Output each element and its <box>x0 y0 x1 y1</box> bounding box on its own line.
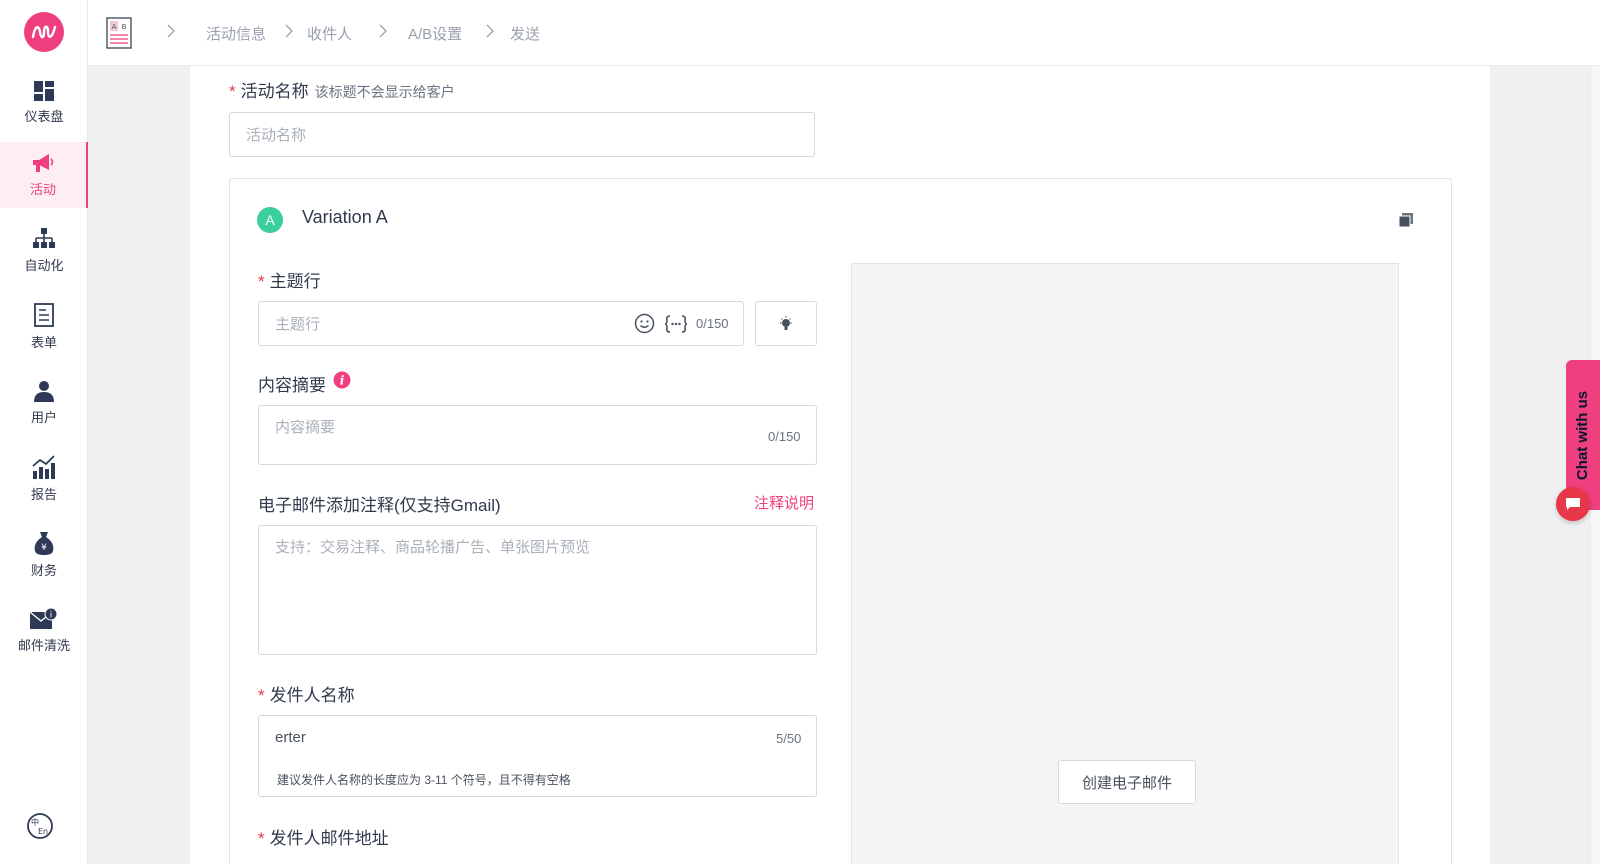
sitemap-icon <box>33 228 55 248</box>
svg-text:B: B <box>122 23 127 31</box>
info-icon[interactable]: i <box>333 371 351 389</box>
svg-text:中: 中 <box>31 817 39 827</box>
variation-badge: A <box>257 207 283 233</box>
annotation-textarea[interactable]: 支持：交易注释、商品轮播广告、单张图片预览 <box>258 525 817 655</box>
preheader-label: 内容摘要 <box>258 376 326 395</box>
email-preview-area: 创建电子邮件 <box>851 263 1399 864</box>
annotation-help-link[interactable]: 注释说明 <box>754 492 814 513</box>
emoji-icon[interactable] <box>634 313 655 334</box>
svg-text:A: A <box>112 23 117 31</box>
form-icon <box>34 303 54 327</box>
sidebar-item-finance[interactable]: ¥ 财务 <box>0 522 88 588</box>
sidebar-item-label: 用户 <box>30 410 57 425</box>
language-switch-icon[interactable]: 中 En <box>26 812 54 840</box>
sidebar-item-dashboard[interactable]: 仪表盘 <box>0 70 88 136</box>
lightbulb-icon <box>780 315 792 330</box>
variation-title: Variation A <box>302 207 388 227</box>
sender-name-hint: 建议发件人名称的长度应为 3-11 个符号，且不得有空格 <box>277 773 571 787</box>
sidebar-item-label: 仪表盘 <box>24 109 64 124</box>
preheader-textarea[interactable]: 内容摘要 <box>258 405 817 465</box>
create-email-button[interactable]: 创建电子邮件 <box>1058 760 1196 804</box>
subject-counter: 0/150 <box>696 316 729 331</box>
annotation-label: 电子邮件添加注释(仅支持Gmail) <box>258 496 501 515</box>
chevron-right-icon <box>379 24 387 38</box>
breadcrumb-recipients[interactable]: 收件人 <box>307 23 352 44</box>
sidebar-item-users[interactable]: 用户 <box>0 370 88 436</box>
sidebar-item-label: 自动化 <box>24 258 64 273</box>
mail-clean-icon: i <box>30 608 58 629</box>
subject-label: * 主题行 <box>258 272 321 291</box>
chat-icon <box>1566 498 1580 510</box>
sidebar-item-automation[interactable]: 自动化 <box>0 218 88 284</box>
chevron-right-icon <box>486 24 494 38</box>
ab-test-icon: A B <box>106 17 132 49</box>
sidebar-item-forms[interactable]: 表单 <box>0 294 88 360</box>
sender-name-label: * 发件人名称 <box>258 686 355 705</box>
svg-text:¥: ¥ <box>41 543 47 553</box>
dashboard-icon <box>34 81 54 101</box>
sender-name-hint-box: 建议发件人名称的长度应为 3-11 个符号，且不得有空格 <box>258 759 817 797</box>
top-bar: A B 活动信息 收件人 A/B设置 发送 <box>88 0 1600 66</box>
preheader-counter: 0/150 <box>768 429 801 444</box>
duplicate-icon[interactable] <box>1399 213 1413 227</box>
sidebar-item-label: 邮件清洗 <box>17 638 70 653</box>
personalization-tag-icon[interactable] <box>664 315 688 333</box>
money-bag-icon: ¥ <box>34 532 54 555</box>
sidebar-item-label: 报告 <box>30 487 57 502</box>
svg-text:En: En <box>38 827 48 836</box>
campaign-name-input[interactable]: 活动名称 <box>229 112 815 157</box>
sidebar-item-label: 活动 <box>29 182 56 197</box>
chart-icon <box>32 455 55 479</box>
campaign-name-label: * 活动名称 该标题不会显示给客户 <box>229 82 455 101</box>
chat-with-us-label: Chat with us <box>1574 390 1592 480</box>
user-icon <box>34 381 54 402</box>
campaign-name-hint: 该标题不会显示给客户 <box>314 84 455 100</box>
sender-name-input[interactable]: erter <box>258 715 817 760</box>
chevron-right-icon <box>285 24 293 38</box>
chat-bubble-button[interactable] <box>1556 487 1590 521</box>
megaphone-icon <box>33 154 54 172</box>
subject-suggestion-button[interactable] <box>755 301 817 346</box>
svg-text:i: i <box>50 611 53 621</box>
svg-text:i: i <box>340 374 345 388</box>
sidebar-item-label: 财务 <box>30 563 57 578</box>
breadcrumb-ab-settings[interactable]: A/B设置 <box>408 23 462 44</box>
sidebar-item-campaign[interactable]: 活动 <box>0 142 88 208</box>
breadcrumb-campaign-info[interactable]: 活动信息 <box>206 23 266 44</box>
breadcrumb-send[interactable]: 发送 <box>510 23 540 44</box>
sender-email-label: * 发件人邮件地址 <box>258 829 389 848</box>
app-logo[interactable] <box>24 12 64 52</box>
chevron-right-icon <box>167 24 175 38</box>
sidebar-item-reports[interactable]: 报告 <box>0 446 88 512</box>
logo-wave-icon <box>31 25 57 39</box>
sidebar-item-label: 表单 <box>30 335 57 350</box>
sidebar-item-email-cleaning[interactable]: i 邮件清洗 <box>0 598 88 664</box>
sidebar: 仪表盘 活动 自动化 表单 用户 报告 ¥ 财务 i 邮件清洗 中 En <box>0 0 88 864</box>
sender-name-counter: 5/50 <box>776 731 802 746</box>
